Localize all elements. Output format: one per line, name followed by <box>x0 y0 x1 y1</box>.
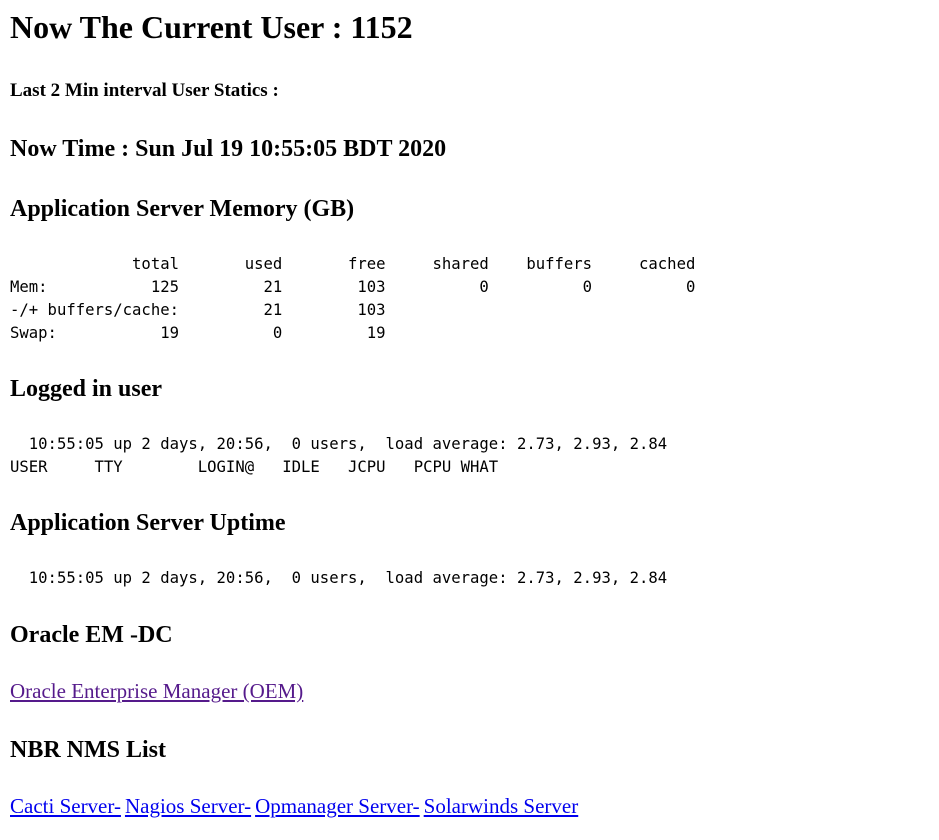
nms-heading: NBR NMS List <box>10 737 167 763</box>
nms-links-row: Cacti Server- Nagios Server- Opmanager S… <box>10 794 578 821</box>
logged-in-heading: Logged in user <box>10 376 163 402</box>
oracle-heading: Oracle EM -DC <box>10 622 173 648</box>
uptime-heading: Application Server Uptime <box>10 510 286 536</box>
interval-stats-heading: Last 2 Min interval User Statics : <box>10 80 279 101</box>
oracle-link-row: Oracle Enterprise Manager (OEM) <box>10 679 303 706</box>
nagios-server-link[interactable]: Nagios Server- <box>125 794 251 818</box>
now-time-heading: Now Time : Sun Jul 19 10:55:05 BDT 2020 <box>10 136 447 162</box>
memory-table: total used free shared buffers cached Me… <box>10 255 696 342</box>
logged-in-output: 10:55:05 up 2 days, 20:56, 0 users, load… <box>10 435 668 476</box>
current-user-heading: Now The Current User : 1152 <box>10 9 413 45</box>
cacti-server-link[interactable]: Cacti Server- <box>10 794 121 818</box>
uptime-output: 10:55:05 up 2 days, 20:56, 0 users, load… <box>10 569 668 587</box>
solarwinds-server-link[interactable]: Solarwinds Server <box>424 794 579 818</box>
oem-link[interactable]: Oracle Enterprise Manager (OEM) <box>10 679 303 703</box>
opmanager-server-link[interactable]: Opmanager Server- <box>255 794 420 818</box>
memory-heading: Application Server Memory (GB) <box>10 196 355 222</box>
